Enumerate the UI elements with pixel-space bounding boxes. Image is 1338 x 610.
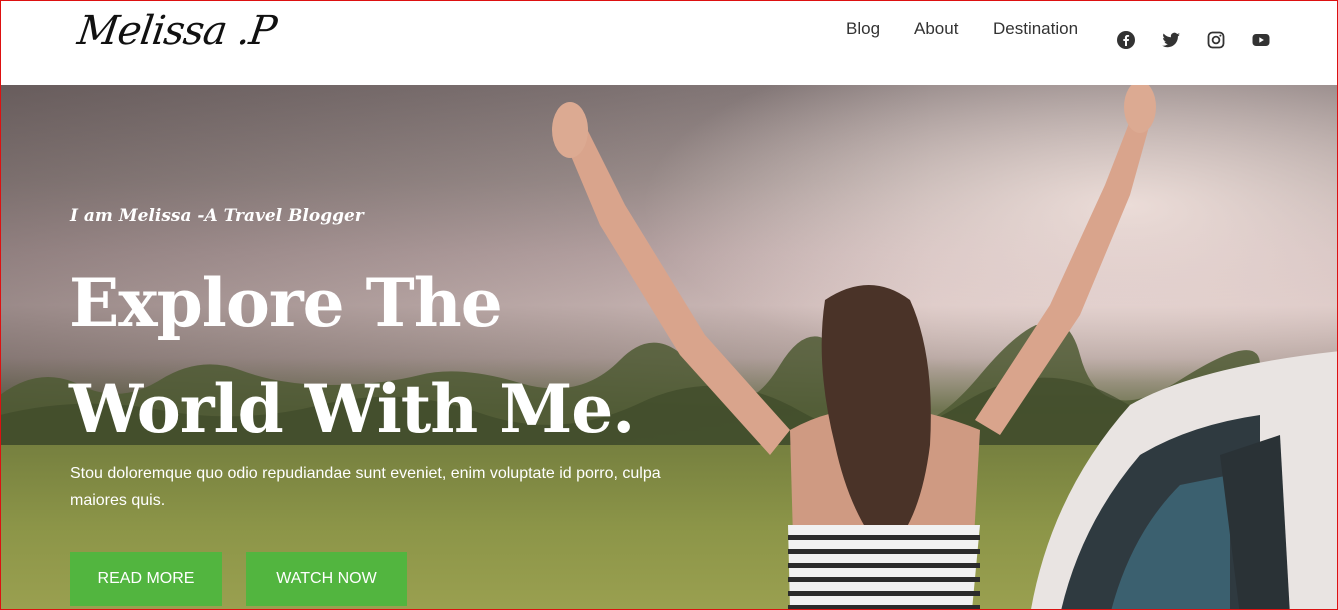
nav-link-blog[interactable]: Blog bbox=[846, 19, 880, 39]
instagram-icon[interactable] bbox=[1206, 30, 1226, 50]
site-logo[interactable]: Melissa .P bbox=[75, 8, 279, 54]
read-more-button[interactable]: READ MORE bbox=[70, 552, 222, 606]
site-header: Melissa .P Blog About Destination bbox=[0, 0, 1338, 85]
facebook-icon[interactable] bbox=[1116, 30, 1136, 50]
hero-section: I am Melissa -A Travel Blogger Explore T… bbox=[0, 85, 1338, 610]
hero-description: Stou doloremque quo odio repudiandae sun… bbox=[70, 465, 661, 509]
car-graphic bbox=[1030, 351, 1338, 610]
headline-line-2: World With Me. bbox=[69, 370, 635, 448]
hero-headline: Explore The World With Me. bbox=[69, 250, 635, 462]
headline-line-1: Explore The bbox=[69, 264, 503, 342]
youtube-icon[interactable] bbox=[1251, 30, 1271, 50]
hero-tagline: I am Melissa -A Travel Blogger bbox=[70, 206, 364, 226]
nav-link-destination[interactable]: Destination bbox=[993, 19, 1078, 39]
nav-link-about[interactable]: About bbox=[914, 19, 958, 39]
twitter-icon[interactable] bbox=[1161, 30, 1181, 50]
watch-now-button[interactable]: WATCH NOW bbox=[246, 552, 407, 606]
